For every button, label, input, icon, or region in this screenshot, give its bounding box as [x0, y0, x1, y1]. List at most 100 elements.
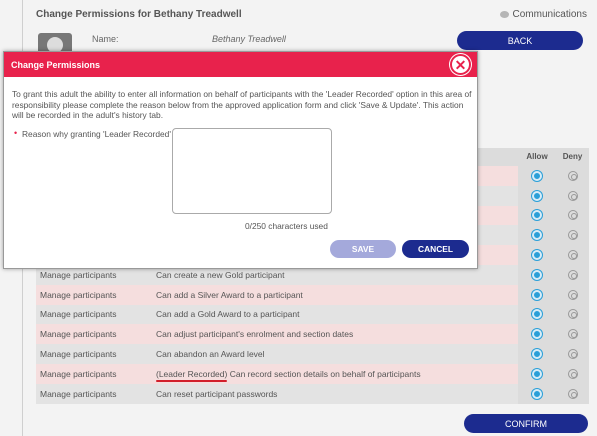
allow-cell [518, 363, 556, 384]
allow-cell [518, 205, 556, 226]
table-row: Manage participants Can add a Silver Awar… [36, 284, 589, 305]
deny-cell [556, 304, 589, 325]
allow-cell [518, 166, 556, 186]
deny-radio[interactable] [567, 269, 578, 280]
deny-cell [556, 284, 589, 305]
allow-cell [518, 304, 556, 325]
permission-cell: Can adjust participant's enrolment and s… [156, 329, 353, 339]
deny-cell [556, 166, 589, 186]
table-row: Manage participants (Leader Recorded) Can… [36, 363, 589, 384]
permission-cell: Can add a Silver Award to a participant [156, 290, 303, 300]
allow-radio[interactable] [532, 368, 542, 379]
allow-cell [518, 383, 556, 404]
allow-radio[interactable] [532, 349, 542, 360]
deny-radio[interactable] [567, 329, 578, 340]
area-cell: Manage participants [40, 269, 117, 280]
permission-text: Can record section details on behalf of … [227, 368, 421, 379]
leader-recorded-tag-text: (Leader Recorded) [156, 368, 228, 379]
communications-label: Communications [512, 9, 587, 20]
area-cell: Manage participants [40, 309, 117, 320]
deny-radio[interactable] [567, 170, 578, 181]
deny-radio[interactable] [567, 250, 578, 261]
deny-cell [556, 324, 589, 345]
deny-cell [556, 225, 589, 246]
deny-radio[interactable] [567, 289, 578, 300]
table-row: Manage participants Can abandon an Award … [36, 344, 589, 364]
allow-cell [518, 264, 556, 285]
area-cell: Manage participants [40, 349, 117, 360]
required-indicator: • [14, 128, 18, 138]
table-row: Manage participants Can add a Gold Award … [36, 304, 589, 325]
avatar [38, 33, 72, 53]
close-icon: ✕ [454, 56, 467, 73]
allow-radio[interactable] [532, 250, 542, 261]
allow-radio[interactable] [532, 269, 542, 280]
allow-radio[interactable] [532, 170, 542, 181]
allow-cell [518, 344, 556, 364]
permission-text: Can adjust participant's enrolment and s… [156, 329, 354, 340]
reason-label: Reason why granting 'Leader Recorded' [22, 129, 171, 139]
allow-cell [518, 185, 556, 206]
deny-cell [556, 264, 589, 285]
area-cell: Manage participants [40, 368, 117, 379]
deny-cell [556, 344, 589, 364]
character-count: 0/250 characters used [245, 221, 328, 231]
deny-radio[interactable] [567, 190, 578, 201]
permission-text: Can add a Silver Award to a participant [156, 289, 303, 300]
leader-recorded-tag: (Leader Recorded) [156, 368, 228, 382]
allow-radio[interactable] [532, 309, 542, 320]
chat-bubble-icon [499, 11, 509, 18]
name-value: Bethany Treadwell [212, 34, 286, 44]
save-button[interactable]: SAVE [330, 240, 396, 258]
allow-cell [518, 324, 556, 345]
permission-cell: Can create a new Gold participant [156, 270, 285, 280]
page-title: Change Permissions for Bethany Treadwell [36, 9, 242, 20]
name-label: Name: [92, 34, 119, 44]
table-row: Manage participants Can reset participant… [36, 383, 589, 404]
permission-text: Can abandon an Award level [156, 349, 265, 360]
modal-title: Change Permissions [11, 59, 101, 70]
allow-cell [518, 225, 556, 246]
area-cell: Manage participants [40, 289, 117, 300]
cancel-button[interactable]: CANCEL [402, 240, 469, 258]
deny-cell [556, 245, 589, 265]
modal-instructions: To grant this adult the ability to enter… [12, 89, 472, 121]
close-button[interactable]: ✕ [450, 54, 471, 75]
deny-cell [556, 205, 589, 226]
deny-radio[interactable] [567, 210, 578, 221]
allow-radio[interactable] [532, 190, 542, 201]
deny-radio[interactable] [567, 349, 578, 360]
deny-column-header: Deny [562, 152, 583, 161]
deny-radio[interactable] [567, 309, 578, 320]
change-permissions-modal: Change Permissions ✕ To grant this adult… [3, 51, 478, 269]
modal-header: Change Permissions ✕ [4, 52, 477, 77]
permission-text: Can add a Gold Award to a participant [156, 309, 300, 320]
deny-cell [556, 185, 589, 206]
allow-radio[interactable] [532, 230, 542, 241]
permission-text: Can reset participant passwords [156, 388, 278, 399]
highlight-underline [156, 379, 228, 382]
permission-cell: (Leader Recorded) Can record section det… [156, 368, 421, 382]
allow-radio[interactable] [532, 388, 542, 399]
allow-radio[interactable] [532, 329, 542, 340]
allow-radio[interactable] [532, 210, 542, 221]
permission-cell: Can reset participant passwords [156, 389, 277, 399]
deny-radio[interactable] [567, 388, 578, 399]
back-button[interactable]: BACK [457, 31, 583, 50]
table-row: Manage participants Can adjust participan… [36, 324, 589, 345]
deny-cell [556, 383, 589, 404]
allow-cell [518, 245, 556, 265]
allow-cell [518, 284, 556, 305]
confirm-button[interactable]: CONFIRM [464, 414, 588, 433]
deny-radio[interactable] [567, 230, 578, 241]
permission-cell: Can abandon an Award level [156, 349, 265, 359]
area-cell: Manage participants [40, 329, 117, 340]
permission-text: Can create a new Gold participant [156, 269, 285, 280]
deny-radio[interactable] [567, 368, 578, 379]
reason-textarea[interactable] [172, 128, 332, 214]
communications-link[interactable]: Communications [499, 9, 587, 20]
area-cell: Manage participants [40, 388, 117, 399]
permission-cell: Can add a Gold Award to a participant [156, 309, 300, 319]
allow-radio[interactable] [532, 289, 542, 300]
allow-column-header: Allow [526, 152, 548, 161]
